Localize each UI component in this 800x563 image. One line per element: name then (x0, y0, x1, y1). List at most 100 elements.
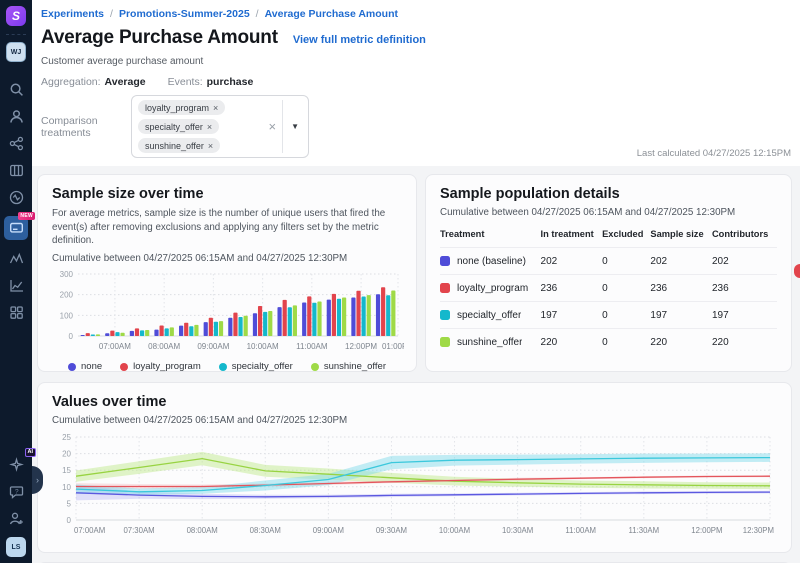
svg-text:12:00PM: 12:00PM (691, 526, 722, 535)
legend-dot (120, 363, 128, 371)
treatment-cell: none (baseline) (440, 248, 541, 275)
comparison-treatments-select[interactable]: loyalty_program×specialty_offer×sunshine… (131, 95, 309, 158)
chip-label: specialty_offer (145, 122, 203, 132)
events-field: Events: purchase (168, 76, 254, 88)
breadcrumb: Experiments/Promotions-Summer-2025/Avera… (41, 8, 790, 20)
breadcrumb-item[interactable]: Experiments (41, 8, 104, 20)
table-row: sunshine_offer2200220220 (440, 329, 777, 356)
legend-label: specialty_offer (232, 361, 293, 372)
population-title: Sample population details (440, 186, 777, 202)
column-header: Treatment (440, 226, 541, 248)
feedback-icon[interactable]: ? (4, 480, 28, 504)
events-value: purchase (207, 76, 254, 88)
legend-label: none (81, 361, 102, 372)
population-card: Sample population details Cumulative bet… (425, 174, 792, 372)
search-icon[interactable] (4, 77, 28, 101)
sample-size-description: For average metrics, sample size is the … (52, 207, 402, 248)
column-header: In treatment (541, 226, 603, 248)
treatment-name: loyalty_program (440, 283, 539, 294)
sample-size-card: Sample size over time For average metric… (37, 174, 417, 372)
contributors-cell: 197 (712, 302, 777, 329)
values-title: Values over time (52, 394, 777, 410)
workspace-badge[interactable]: WJ (6, 42, 26, 62)
svg-text:07:30AM: 07:30AM (123, 526, 154, 535)
treatment-swatch (440, 256, 450, 266)
treatment-chip[interactable]: loyalty_program × (138, 100, 225, 115)
experiments-icon[interactable] (4, 246, 28, 270)
metrics-card-icon[interactable]: NEW (4, 216, 28, 240)
statsig-logo[interactable]: S (6, 6, 26, 26)
treatment-label: sunshine_offer (457, 337, 522, 348)
legend-item: none (68, 361, 102, 372)
svg-text:11:00AM: 11:00AM (296, 342, 328, 351)
in-treatment-cell: 220 (541, 329, 603, 356)
svg-text:12:00PM: 12:00PM (345, 342, 377, 351)
events-label: Events: (168, 76, 203, 88)
view-metric-definition-link[interactable]: View full metric definition (293, 34, 426, 46)
svg-text:10:00AM: 10:00AM (439, 526, 470, 535)
in-treatment-cell: 236 (541, 275, 603, 302)
svg-text:10:30AM: 10:30AM (502, 526, 533, 535)
main-panel: Experiments/Promotions-Summer-2025/Avera… (32, 0, 800, 563)
svg-text:01:00PM: 01:00PM (382, 342, 404, 351)
network-icon[interactable] (4, 131, 28, 155)
sample-size-chart: 010020030007:00AM08:00AM09:00AM10:00AM11… (52, 270, 404, 354)
sidebar-divider (6, 34, 26, 35)
treatment-name: sunshine_offer (440, 337, 539, 348)
sample-size-cell: 236 (650, 275, 712, 302)
profile-icon[interactable] (4, 104, 28, 128)
ai-assistant-icon[interactable]: AI (4, 453, 28, 477)
invite-icon[interactable] (4, 507, 28, 531)
chip-label: loyalty_program (145, 103, 209, 113)
svg-text:07:00AM: 07:00AM (99, 342, 131, 351)
excluded-cell: 0 (602, 302, 650, 329)
chevron-down-icon[interactable]: ▼ (284, 122, 306, 131)
excluded-cell: 0 (602, 329, 650, 356)
user-avatar[interactable]: LS (6, 537, 26, 557)
table-row: specialty_offer1970197197 (440, 302, 777, 329)
svg-text:09:30AM: 09:30AM (376, 526, 407, 535)
columns-icon[interactable] (4, 158, 28, 182)
treatment-name: specialty_offer (440, 310, 539, 321)
legend-dot (219, 363, 227, 371)
chip-remove-icon[interactable]: × (213, 103, 218, 113)
table-row: loyalty_program2360236236 (440, 275, 777, 302)
population-range: Cumulative between 04/27/2025 06:15AM an… (440, 207, 777, 218)
chip-remove-icon[interactable]: × (208, 141, 213, 151)
svg-text:09:00AM: 09:00AM (313, 526, 344, 535)
clear-all-icon[interactable]: × (263, 119, 281, 134)
svg-text:11:30AM: 11:30AM (628, 526, 659, 535)
chip-remove-icon[interactable]: × (207, 122, 212, 132)
insights-icon[interactable] (4, 273, 28, 297)
svg-text:07:00AM: 07:00AM (74, 526, 105, 535)
legend-label: sunshine_offer (324, 361, 386, 372)
svg-text:10: 10 (62, 483, 71, 492)
select-divider (282, 100, 283, 153)
page-title: Average Purchase Amount (41, 27, 278, 49)
pulse-icon[interactable] (4, 185, 28, 209)
breadcrumb-item[interactable]: Promotions-Summer-2025 (119, 8, 250, 20)
aggregation-field: Aggregation: Average (41, 76, 146, 88)
chart-legend: noneloyalty_programspecialty_offersunshi… (52, 361, 402, 372)
comparison-treatments-label: Comparison treatments (41, 115, 131, 139)
breadcrumb-item[interactable]: Average Purchase Amount (265, 8, 398, 20)
treatment-chip[interactable]: sunshine_offer× (138, 138, 220, 153)
sample-size-title: Sample size over time (52, 186, 402, 202)
legend-item: specialty_offer (219, 361, 293, 372)
sidebar: S WJ NEW AI ? LS (0, 0, 32, 563)
treatment-cell: loyalty_program (440, 275, 541, 302)
aggregation-value: Average (105, 76, 146, 88)
svg-text:11:00AM: 11:00AM (565, 526, 596, 535)
legend-dot (311, 363, 319, 371)
aggregation-label: Aggregation: (41, 76, 101, 88)
apps-icon[interactable] (4, 300, 28, 324)
breadcrumb-separator: / (256, 8, 259, 20)
legend-dot (68, 363, 76, 371)
content-area: Sample size over time For average metric… (32, 166, 800, 563)
treatment-label: loyalty_program (457, 283, 528, 294)
values-card: Values over time Cumulative between 04/2… (37, 382, 792, 553)
svg-text:12:30PM: 12:30PM (743, 526, 774, 535)
right-edge-tab[interactable] (794, 264, 800, 278)
treatment-chip[interactable]: specialty_offer × (138, 119, 219, 134)
treatment-name: none (baseline) (440, 256, 539, 267)
